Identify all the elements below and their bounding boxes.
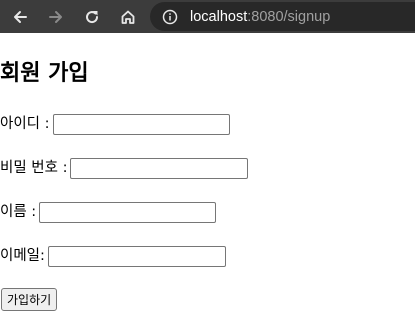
password-label: 비밀 번호 : bbox=[0, 160, 68, 176]
browser-toolbar: localhost:8080/signup bbox=[0, 0, 415, 33]
password-row: 비밀 번호 : bbox=[0, 157, 249, 179]
home-icon bbox=[121, 10, 135, 24]
email-input[interactable] bbox=[47, 245, 226, 267]
url-path: :8080/signup bbox=[247, 9, 331, 25]
arrow-right-icon bbox=[49, 11, 62, 23]
name-label: 이름 : bbox=[0, 204, 37, 220]
reload-button[interactable] bbox=[80, 5, 104, 29]
email-label: 이메일: bbox=[0, 248, 45, 264]
url-host: localhost bbox=[190, 9, 248, 25]
arrow-left-icon bbox=[14, 11, 27, 23]
name-row: 이름 : bbox=[0, 201, 217, 223]
home-button[interactable] bbox=[116, 5, 140, 29]
email-row: 이메일: bbox=[0, 245, 226, 267]
id-row: 아이디 : bbox=[0, 113, 230, 135]
signup-submit-button[interactable]: 가입하기 bbox=[1, 288, 58, 311]
id-label: 아이디 : bbox=[0, 116, 50, 132]
url-text[interactable]: localhost:8080/signup bbox=[190, 8, 330, 26]
address-bar[interactable]: localhost:8080/signup bbox=[150, 2, 415, 31]
name-input[interactable] bbox=[39, 201, 217, 223]
page-title: 회원 가입 bbox=[0, 61, 89, 86]
info-icon[interactable] bbox=[162, 9, 178, 25]
reload-icon bbox=[86, 11, 99, 24]
password-input[interactable] bbox=[70, 157, 249, 179]
forward-button[interactable] bbox=[44, 5, 68, 29]
back-button[interactable] bbox=[8, 5, 32, 29]
id-input[interactable] bbox=[52, 113, 230, 135]
page-content: 회원 가입 아이디 : 비밀 번호 : 이름 : 이메일: 가입하기 bbox=[0, 33, 415, 326]
